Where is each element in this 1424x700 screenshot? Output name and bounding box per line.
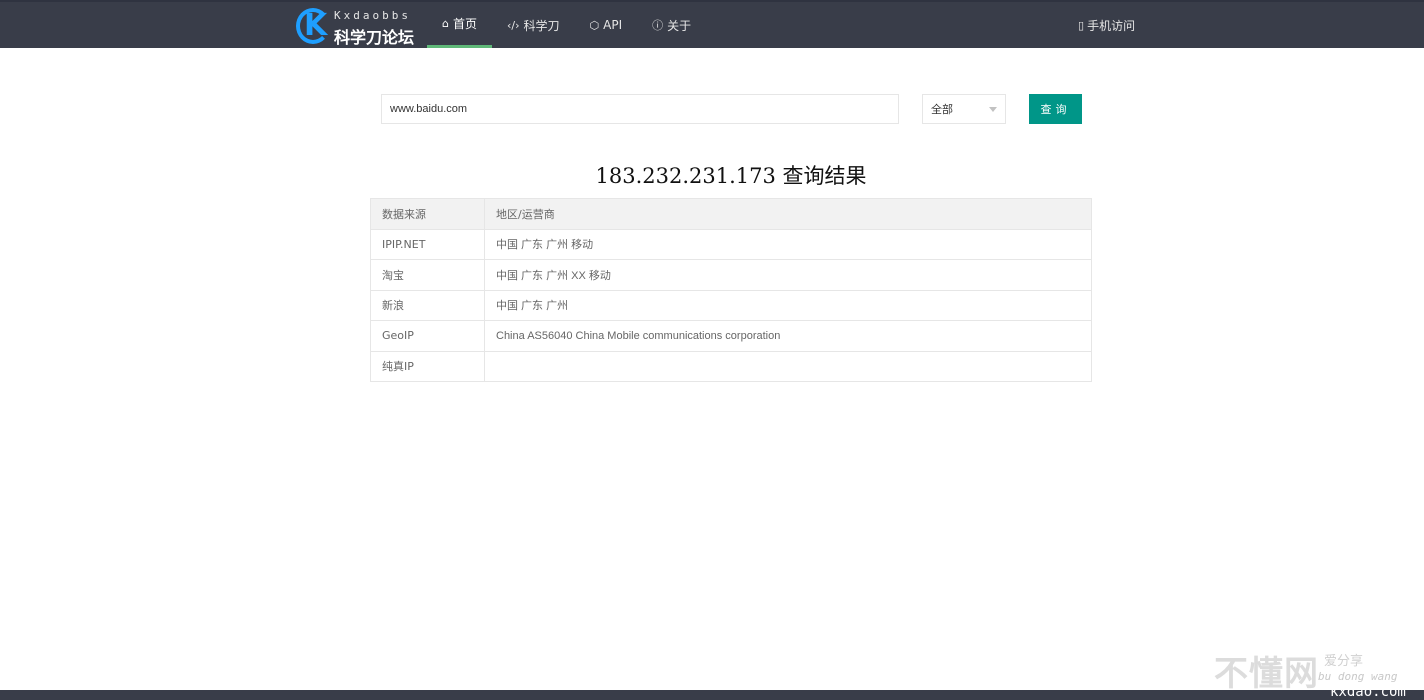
mobile-access-label: 手机访问 xyxy=(1087,18,1136,33)
source-cell: 淘宝 xyxy=(370,259,485,291)
table-row: IPIP.NET 中国 广东 广州 移动 xyxy=(370,228,1092,260)
nav-item-kxdao[interactable]: ‹/› 科学刀 xyxy=(492,2,575,48)
region-cell: 中国 广东 广州 xyxy=(484,289,1092,321)
nav-item-label: API xyxy=(603,18,623,32)
mobile-access-link[interactable]: ▯ 手机访问 xyxy=(1078,2,1135,48)
region-cell: 中国 广东 广州 移动 xyxy=(484,228,1092,260)
cube-icon: ⬡ xyxy=(589,18,600,32)
table-header-row: 数据来源 地区/运营商 xyxy=(370,198,1092,230)
source-cell: 纯真IP xyxy=(370,350,485,382)
logo-letter: K xyxy=(304,8,328,43)
nav-item-api[interactable]: ⬡ API xyxy=(575,2,638,48)
code-icon: ‹/› xyxy=(507,18,520,32)
nav-item-label: 关于 xyxy=(667,18,692,33)
tablet-icon: ▯ xyxy=(1078,18,1085,32)
nav-item-label: 科学刀 xyxy=(523,18,560,33)
home-icon: ⌂ xyxy=(442,17,449,30)
logo-subtitle: Kxdaobbs xyxy=(334,9,411,22)
watermark: 不懂网 爱分享 bu dong wang kxdao.com xyxy=(1214,646,1424,700)
chevron-down-icon xyxy=(989,107,997,112)
watermark-site: kxdao.com xyxy=(1330,684,1406,700)
search-input[interactable] xyxy=(381,94,899,124)
column-header: 地区/运营商 xyxy=(484,198,1092,230)
region-cell: China AS56040 China Mobile communication… xyxy=(484,320,1092,352)
watermark-pinyin: bu dong wang xyxy=(1318,670,1398,683)
site-logo[interactable]: K Kxdaobbs 科学刀论坛 xyxy=(296,6,416,47)
footer-bar xyxy=(0,690,1424,700)
source-select[interactable]: 全部 xyxy=(922,94,1006,124)
source-select-value: 全部 xyxy=(931,103,953,116)
logo-title: 科学刀论坛 xyxy=(334,28,415,47)
nav-item-about[interactable]: ⓘ 关于 xyxy=(637,2,706,48)
source-cell: 新浪 xyxy=(370,289,485,321)
top-navbar: K Kxdaobbs 科学刀论坛 ⌂ 首页 ‹/› 科学刀 ⬡ API ⓘ 关于… xyxy=(0,0,1424,48)
table-row: GeoIP China AS56040 China Mobile communi… xyxy=(370,320,1092,352)
source-cell: GeoIP xyxy=(370,320,485,352)
info-circle-icon: ⓘ xyxy=(652,19,664,32)
main-nav: ⌂ 首页 ‹/› 科学刀 ⬡ API ⓘ 关于 xyxy=(427,2,706,48)
query-button[interactable]: 查询 xyxy=(1029,94,1082,124)
result-title: 183.232.231.173 查询结果 xyxy=(595,164,867,188)
nav-item-label: 首页 xyxy=(452,17,477,31)
nav-item-home[interactable]: ⌂ 首页 xyxy=(427,2,492,48)
region-cell xyxy=(484,350,1092,382)
column-header: 数据来源 xyxy=(370,198,485,230)
region-cell: 中国 广东 广州 XX 移动 xyxy=(484,259,1092,291)
source-cell: IPIP.NET xyxy=(370,228,485,260)
table-row: 淘宝 中国 广东 广州 XX 移动 xyxy=(370,259,1092,291)
result-table: 数据来源 地区/运营商 IPIP.NET 中国 广东 广州 移动 淘宝 中国 广… xyxy=(370,198,1092,382)
table-row: 纯真IP xyxy=(370,350,1092,382)
watermark-main: 不懂网 xyxy=(1214,654,1319,694)
watermark-share: 爱分享 xyxy=(1324,654,1364,669)
table-row: 新浪 中国 广东 广州 xyxy=(370,289,1092,321)
